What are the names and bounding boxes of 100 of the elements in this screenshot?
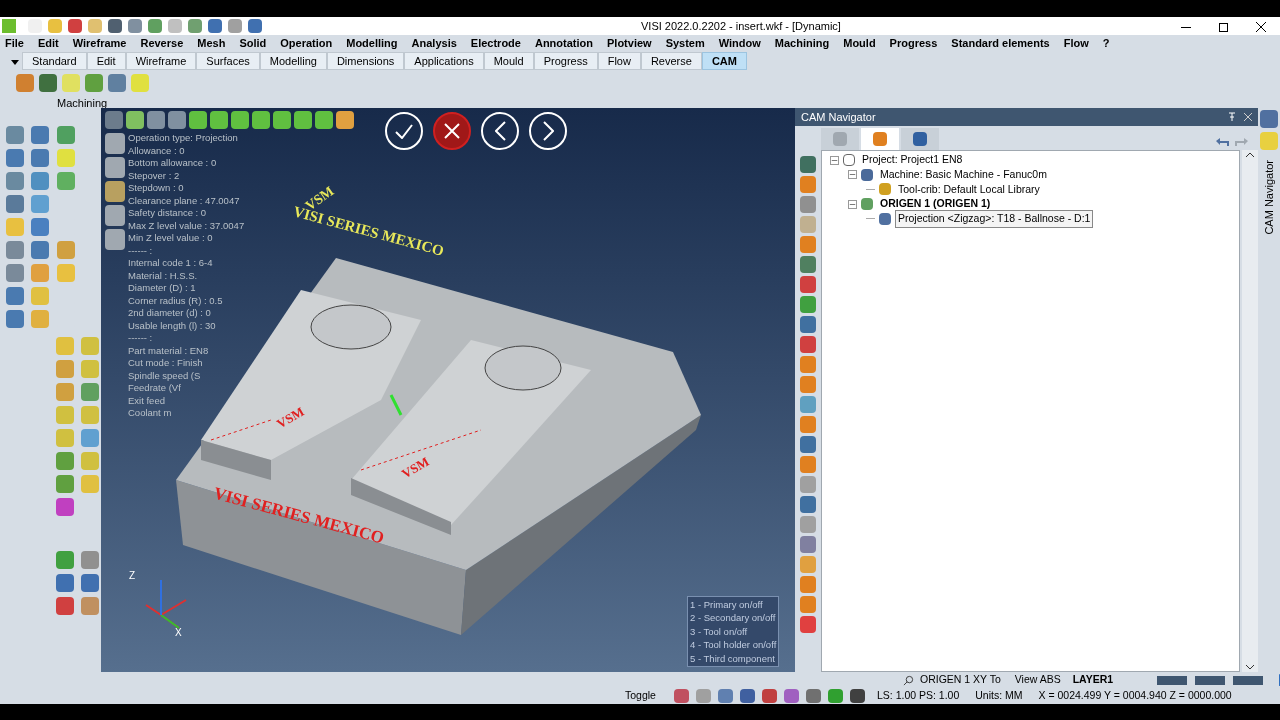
ribbon-tab[interactable]: Flow [597,52,641,70]
ribbon-tab[interactable]: Progress [533,52,598,70]
search-icon[interactable] [903,674,914,686]
menu-item[interactable]: Flow [1063,35,1089,52]
toolbar-button[interactable] [6,264,24,282]
menu-item[interactable]: Electrode [470,35,521,52]
menu-item[interactable]: Operation [280,35,333,52]
tool-view-button[interactable] [105,157,125,178]
toolbar-button[interactable] [6,149,24,167]
toolbar-button[interactable] [56,452,74,470]
view-toolbar-button[interactable] [189,111,207,129]
navigator-tool-button[interactable] [800,196,816,213]
view-toolbar-button[interactable] [336,111,354,129]
toolbar-button[interactable] [6,310,24,328]
view-toolbar-button[interactable] [126,111,144,129]
toolbar-button[interactable] [56,126,75,144]
navigator-tool-button[interactable] [800,556,816,573]
navigator-tool-button[interactable] [800,476,816,493]
navigator-tool-button[interactable] [800,156,816,173]
ribbon-tab[interactable]: Mould [483,52,534,70]
scroll-down-icon[interactable] [1246,665,1254,670]
view-toolbar-button[interactable] [294,111,312,129]
back-button[interactable] [481,112,519,150]
toolbar-button[interactable] [6,172,24,190]
menu-item[interactable]: Analysis [411,35,457,52]
view-toolbar-button[interactable] [252,111,270,129]
navigator-tool-button[interactable] [800,396,816,413]
toolbar-button[interactable] [6,287,24,305]
ribbon-tab[interactable]: Edit [86,52,126,70]
toolbar-button[interactable] [31,126,50,144]
toolbar-button[interactable] [56,551,74,569]
menu-item[interactable]: Solid [239,35,267,52]
scroll-up-icon[interactable] [1246,152,1254,157]
scrollbar[interactable] [1242,150,1258,672]
view-toolbar-button[interactable] [168,111,186,129]
tool-view-button[interactable] [105,133,125,154]
status-bar-button[interactable] [849,689,865,703]
toolbar-button[interactable] [81,383,99,401]
navigator-tool-button[interactable] [800,236,816,253]
ribbon-tab[interactable]: Reverse [640,52,702,70]
status-bar-button[interactable] [673,689,689,703]
menu-item[interactable]: Mould [843,35,876,52]
view-toolbar-button[interactable] [231,111,249,129]
toolbar-button[interactable] [56,574,74,592]
ribbon-button[interactable] [85,74,103,92]
navigator-tool-button[interactable] [800,316,816,333]
navigator-tool-button[interactable] [800,536,816,553]
menu-item[interactable]: Machining [774,35,830,52]
view-toolbar-button[interactable] [210,111,228,129]
ribbon-button[interactable] [39,74,57,92]
toolbar-icon[interactable] [188,19,202,33]
tree-item[interactable]: Projection <Zigzag>: T18 - Ballnose - D:1 [895,209,1094,228]
navigator-tool-button[interactable] [800,576,816,593]
navigator-tool-button[interactable] [800,176,816,193]
toolbar-button[interactable] [31,149,50,167]
toolbar-button[interactable] [56,241,75,259]
status-bar-button[interactable] [805,689,821,703]
navigator-tool-button[interactable] [800,376,816,393]
toolbar-button[interactable] [56,597,74,615]
menu-item[interactable]: Edit [37,35,59,52]
pin-icon[interactable] [1228,112,1236,122]
menu-item[interactable]: Mesh [197,35,226,52]
toolbar-icon[interactable] [148,19,162,33]
tool-view-button[interactable] [105,181,125,202]
panel-tab[interactable] [901,128,939,150]
view-toolbar-button[interactable] [315,111,333,129]
toolbar-button[interactable] [31,172,50,190]
toolbar-button[interactable] [81,429,99,447]
forward-button[interactable] [529,112,567,150]
cancel-button[interactable] [433,112,471,150]
menu-item[interactable]: File [5,35,24,52]
ribbon-tab[interactable]: Modelling [259,52,327,70]
navigator-tool-button[interactable] [800,296,816,313]
ribbon-tab[interactable]: Surfaces [196,52,260,70]
menu-item[interactable]: Modelling [346,35,398,52]
view-toolbar-button[interactable] [105,111,123,129]
toolbar-button[interactable] [56,360,74,378]
ribbon-tab[interactable]: Standard [22,52,87,70]
toolbar-button[interactable] [31,310,50,328]
toolbar-button[interactable] [81,551,99,569]
toolbar-icon[interactable] [228,19,242,33]
menu-item[interactable]: Window [718,35,761,52]
toolbar-button[interactable] [31,264,50,282]
navigator-tool-button[interactable] [800,596,816,613]
ribbon-tab[interactable]: Dimensions [326,52,405,70]
navigator-tool-button[interactable] [800,616,816,633]
menu-item[interactable]: ? [1102,35,1110,52]
navigator-tool-button[interactable] [800,336,816,353]
panel-icon[interactable] [1260,110,1278,128]
navigator-tool-button[interactable] [800,216,816,233]
collapse-icon[interactable] [848,199,857,209]
navigator-tool-button[interactable] [800,516,816,533]
menu-item[interactable]: Annotation [534,35,593,52]
toolbar-button[interactable] [6,126,24,144]
menu-item[interactable]: System [665,35,705,52]
toolbar-icon[interactable] [108,19,122,33]
restore-button[interactable] [1219,22,1228,32]
view-toolbar-button[interactable] [273,111,291,129]
toolbar-button[interactable] [56,383,74,401]
navigator-tool-button[interactable] [800,456,816,473]
